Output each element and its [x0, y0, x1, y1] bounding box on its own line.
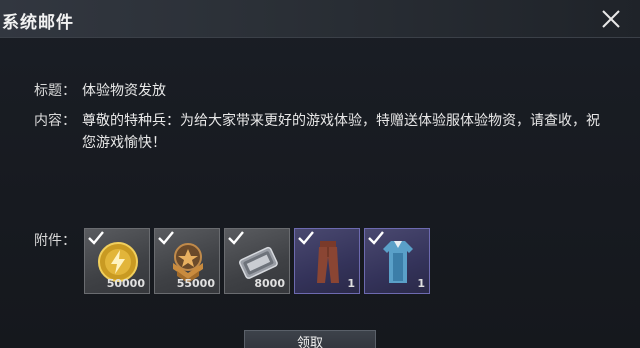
- attachment-qty: 1: [417, 277, 425, 290]
- mail-header: 系统邮件: [0, 0, 640, 38]
- subject-label: 标题：: [34, 83, 76, 99]
- attachment-qty: 50000: [106, 277, 145, 290]
- suit-icon: [383, 241, 413, 283]
- page-title: 系统邮件: [2, 13, 74, 33]
- mail-subject: 体验物资发放: [82, 83, 166, 99]
- mail-content: 尊敬的特种兵：为给大家带来更好的游戏体验，特赠送体验服体验物资，请查收，祝您游戏…: [82, 113, 600, 151]
- close-button[interactable]: [598, 6, 624, 32]
- attachment-item-exp-card[interactable]: 8000: [224, 228, 290, 294]
- attachment-item-outfit-pants[interactable]: 1: [294, 228, 360, 294]
- attachment-item-outfit-suit[interactable]: 1: [364, 228, 430, 294]
- claim-button[interactable]: 领取: [244, 330, 376, 348]
- pants-icon: [317, 241, 339, 283]
- close-icon: [602, 10, 620, 28]
- mail-panel: 系统邮件 标题： 体验物资发放 内容： 尊敬的特种兵：为给大家带来更好的游戏体验…: [0, 0, 640, 348]
- content-label: 内容：: [34, 113, 76, 129]
- attachments-label: 附件：: [34, 233, 76, 249]
- attachment-qty: 1: [347, 277, 355, 290]
- attachment-qty: 8000: [254, 277, 285, 290]
- attachment-item-gold-coin[interactable]: 50000: [84, 228, 150, 294]
- attachment-item-rank-badge[interactable]: 55000: [154, 228, 220, 294]
- attachment-qty: 55000: [176, 277, 215, 290]
